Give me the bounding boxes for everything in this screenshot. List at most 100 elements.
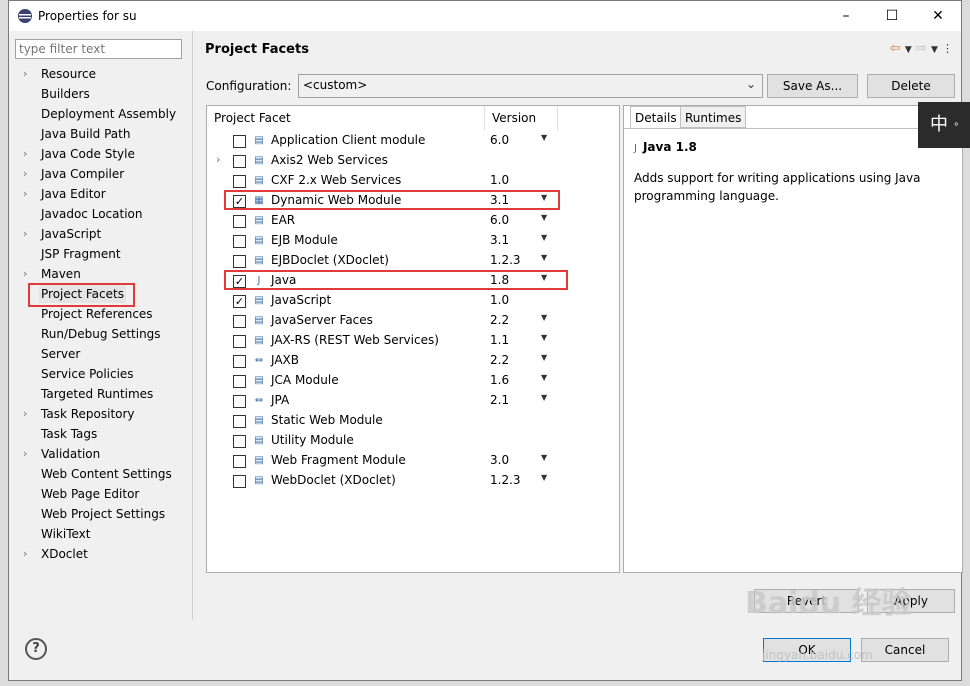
table-row[interactable]: ▤ Utility Module <box>207 431 619 451</box>
delete-button[interactable]: Delete <box>867 74 955 98</box>
chevron-down-icon[interactable]: ▼ <box>541 453 547 462</box>
table-row[interactable]: › ▤ Axis2 Web Services <box>207 151 619 171</box>
maximize-button[interactable]: ☐ <box>869 1 915 31</box>
facet-checkbox[interactable] <box>233 375 246 388</box>
sidebar-item-jsp-fragment[interactable]: JSP Fragment <box>39 245 123 263</box>
facet-version[interactable]: 6.0 <box>490 213 509 227</box>
table-row[interactable]: ▤ Static Web Module <box>207 411 619 431</box>
table-row[interactable]: ▤ JAX-RS (REST Web Services) 1.1 ▼ <box>207 331 619 351</box>
tab-details[interactable]: Details <box>630 106 682 128</box>
sidebar-item-java-editor[interactable]: Java Editor <box>39 185 108 203</box>
table-row[interactable]: ▤ EJB Module 3.1 ▼ <box>207 231 619 251</box>
chevron-right-icon[interactable]: › <box>23 445 33 463</box>
help-icon[interactable]: ? <box>25 638 47 660</box>
facet-checkbox[interactable] <box>233 155 246 168</box>
chevron-down-icon[interactable]: ▼ <box>541 393 547 402</box>
chevron-right-icon[interactable]: › <box>23 225 33 243</box>
table-row[interactable]: ▤ JavaServer Faces 2.2 ▼ <box>207 311 619 331</box>
facet-checkbox[interactable] <box>233 415 246 428</box>
configuration-select[interactable]: <custom> ⌄ <box>298 74 763 98</box>
facet-version[interactable]: 2.1 <box>490 393 509 407</box>
facet-version[interactable]: 3.0 <box>490 453 509 467</box>
tab-runtimes[interactable]: Runtimes <box>680 106 747 128</box>
table-row[interactable]: ▤ EAR 6.0 ▼ <box>207 211 619 231</box>
chevron-down-icon[interactable]: ▼ <box>541 473 547 482</box>
table-row[interactable]: ▤ WebDoclet (XDoclet) 1.2.3 ▼ <box>207 471 619 491</box>
sidebar-item-java-compiler[interactable]: Java Compiler <box>39 165 126 183</box>
facet-checkbox[interactable] <box>233 335 246 348</box>
ime-indicator[interactable]: 中 ° <box>918 102 970 148</box>
minimize-button[interactable]: – <box>823 1 869 31</box>
column-header-facet[interactable]: Project Facet <box>207 106 485 130</box>
chevron-right-icon[interactable]: › <box>23 65 33 83</box>
sidebar-item-project-references[interactable]: Project References <box>39 305 155 323</box>
save-as-button[interactable]: Save As... <box>767 74 858 98</box>
chevron-down-icon[interactable]: ▼ <box>541 353 547 362</box>
chevron-down-icon[interactable]: ▼ <box>541 373 547 382</box>
facet-version[interactable]: 1.1 <box>490 333 509 347</box>
chevron-down-icon[interactable]: ▼ <box>541 253 547 262</box>
sidebar-item-builders[interactable]: Builders <box>39 85 92 103</box>
facet-checkbox[interactable] <box>233 455 246 468</box>
forward-arrow-icon[interactable]: ⇨ <box>916 41 927 56</box>
sidebar-item-wikitext[interactable]: WikiText <box>39 525 93 543</box>
facet-checkbox[interactable] <box>233 315 246 328</box>
chevron-right-icon[interactable]: › <box>23 545 33 563</box>
table-row[interactable]: ▤ Web Fragment Module 3.0 ▼ <box>207 451 619 471</box>
chevron-right-icon[interactable]: › <box>23 185 33 203</box>
facet-checkbox[interactable] <box>233 355 246 368</box>
sidebar-item-server[interactable]: Server <box>39 345 82 363</box>
chevron-down-icon[interactable]: ▼ <box>905 45 912 55</box>
facet-version[interactable]: 2.2 <box>490 313 509 327</box>
column-header-version[interactable]: Version <box>485 106 558 130</box>
filter-input[interactable] <box>15 39 182 59</box>
sidebar-item-deployment-assembly[interactable]: Deployment Assembly <box>39 105 178 123</box>
facet-checkbox[interactable] <box>233 135 246 148</box>
table-row[interactable]: ⇔ JPA 2.1 ▼ <box>207 391 619 411</box>
sidebar-item-maven[interactable]: Maven <box>39 265 83 283</box>
sidebar-item-task-tags[interactable]: Task Tags <box>39 425 99 443</box>
facet-version[interactable]: 1.6 <box>490 373 509 387</box>
chevron-down-icon[interactable]: ▼ <box>541 333 547 342</box>
chevron-down-icon[interactable]: ▼ <box>931 45 938 55</box>
chevron-right-icon[interactable]: › <box>23 405 33 423</box>
sidebar-item-javascript[interactable]: JavaScript <box>39 225 103 243</box>
table-row[interactable]: ✓ ▤ JavaScript 1.0 <box>207 291 619 311</box>
sidebar-item-web-content-settings[interactable]: Web Content Settings <box>39 465 174 483</box>
chevron-right-icon[interactable]: › <box>23 265 33 283</box>
table-row[interactable]: ▤ CXF 2.x Web Services 1.0 <box>207 171 619 191</box>
facet-checkbox[interactable] <box>233 215 246 228</box>
sidebar-item-resource[interactable]: Resource <box>39 65 98 83</box>
facet-version[interactable]: 1.2.3 <box>490 253 521 267</box>
facet-checkbox[interactable] <box>233 255 246 268</box>
back-arrow-icon[interactable]: ⇦ <box>890 41 901 56</box>
sidebar-item-java-build-path[interactable]: Java Build Path <box>39 125 132 143</box>
facet-version[interactable]: 3.1 <box>490 233 509 247</box>
facet-checkbox[interactable] <box>233 235 246 248</box>
sidebar-item-targeted-runtimes[interactable]: Targeted Runtimes <box>39 385 155 403</box>
chevron-down-icon[interactable]: ▼ <box>541 213 547 222</box>
facet-checkbox[interactable] <box>233 175 246 188</box>
facet-checkbox[interactable] <box>233 435 246 448</box>
sidebar-item-javadoc-location[interactable]: Javadoc Location <box>39 205 144 223</box>
sidebar-item-web-project-settings[interactable]: Web Project Settings <box>39 505 167 523</box>
facet-checkbox[interactable]: ✓ <box>233 295 246 308</box>
sidebar-item-web-page-editor[interactable]: Web Page Editor <box>39 485 141 503</box>
sidebar-item-task-repository[interactable]: Task Repository <box>39 405 137 423</box>
menu-icon[interactable]: ⋮ <box>942 42 953 55</box>
table-row[interactable]: ▤ JCA Module 1.6 ▼ <box>207 371 619 391</box>
facet-version[interactable]: 1.2.3 <box>490 473 521 487</box>
sidebar-item-run-debug-settings[interactable]: Run/Debug Settings <box>39 325 163 343</box>
close-button[interactable]: ✕ <box>915 1 961 31</box>
chevron-right-icon[interactable]: › <box>23 165 33 183</box>
chevron-down-icon[interactable]: ▼ <box>541 133 547 142</box>
sidebar-item-service-policies[interactable]: Service Policies <box>39 365 136 383</box>
chevron-right-icon[interactable]: › <box>23 145 33 163</box>
facet-checkbox[interactable] <box>233 475 246 488</box>
table-row[interactable]: ▤ Application Client module 6.0 ▼ <box>207 131 619 151</box>
sidebar-item-java-code-style[interactable]: Java Code Style <box>39 145 137 163</box>
facet-version[interactable]: 2.2 <box>490 353 509 367</box>
chevron-down-icon[interactable]: ▼ <box>541 313 547 322</box>
sidebar-item-xdoclet[interactable]: XDoclet <box>39 545 90 563</box>
table-row[interactable]: ⇔ JAXB 2.2 ▼ <box>207 351 619 371</box>
